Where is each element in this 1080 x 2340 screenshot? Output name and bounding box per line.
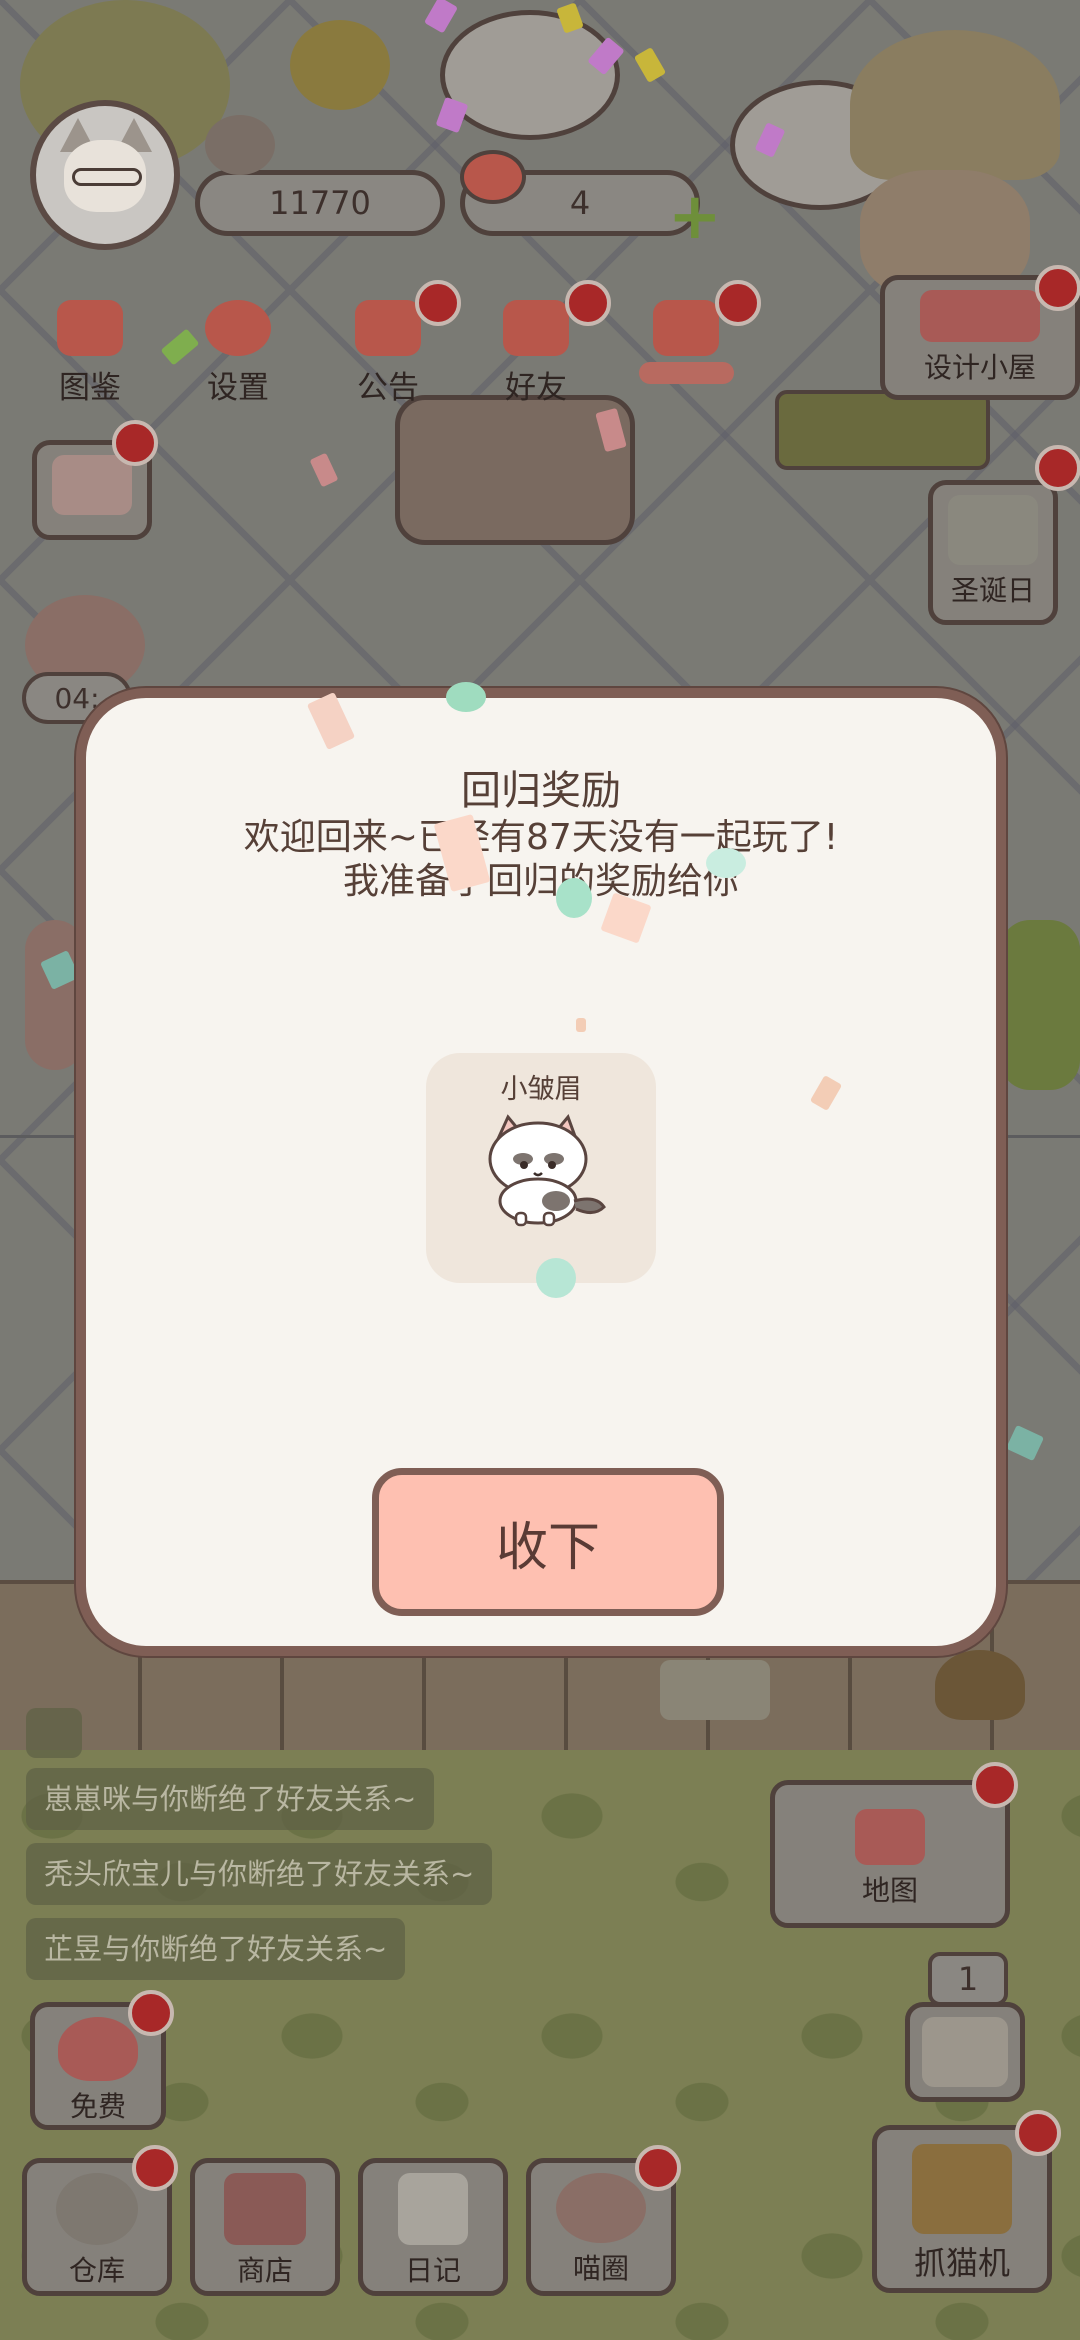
- add-token-icon[interactable]: +: [668, 185, 722, 249]
- storage-icon: [56, 2173, 138, 2245]
- notification-dot: [565, 280, 611, 326]
- nav-collection[interactable]: 图鉴: [30, 300, 150, 407]
- cat-bed-decoration: [850, 30, 1060, 180]
- nav-settings[interactable]: 设置: [178, 300, 298, 407]
- button-icon: [920, 290, 1040, 342]
- gear-icon: [205, 300, 271, 356]
- notification-dot: [132, 2145, 178, 2191]
- notification-dot: [415, 280, 461, 326]
- confetti: [576, 1018, 586, 1032]
- coin-counter: 11770: [195, 170, 445, 236]
- token-heart-icon: [460, 150, 526, 204]
- dialog-message: 欢迎回来~已经有87天没有一起玩了! 我准备了回归的奖励给你: [86, 816, 996, 904]
- house-icon: [855, 1809, 925, 1865]
- santa-cat-icon: [948, 495, 1038, 565]
- dialog-message-line: 欢迎回来~已经有87天没有一起玩了!: [243, 817, 839, 858]
- poop-decoration: [935, 1650, 1025, 1720]
- fish-coin-icon: [205, 115, 275, 175]
- confetti: [446, 682, 486, 712]
- chat-message: 崽崽咪与你断绝了好友关系~: [26, 1768, 435, 1830]
- shop-icon: [224, 2173, 306, 2245]
- notification-dot: [635, 2145, 681, 2191]
- calendar-icon: [52, 455, 132, 515]
- dialog-title: 回归奖励: [461, 768, 621, 814]
- hearts-bar: [638, 362, 734, 384]
- friends-icon: [503, 300, 569, 356]
- notification-dot: [715, 280, 761, 326]
- confetti: [536, 1258, 576, 1298]
- cat-legs-decoration: [660, 1660, 770, 1720]
- slot-machine-button[interactable]: [905, 2002, 1025, 2102]
- claw-icon: [912, 2144, 1012, 2234]
- chat-collapse-icon[interactable]: [26, 1708, 82, 1758]
- notebook-icon: [398, 2173, 468, 2245]
- confetti: [706, 848, 746, 878]
- return-reward-dialog: 回归奖励 欢迎回来~已经有87天没有一起玩了! 我准备了回归的奖励给你 小皱眉: [76, 682, 1006, 1656]
- nav-shop[interactable]: 商店: [190, 2158, 340, 2296]
- notification-dot: [1035, 265, 1080, 311]
- reward-name: 小皱眉: [500, 1074, 582, 1105]
- player-avatar[interactable]: [30, 100, 180, 250]
- scratch-board-decoration: [775, 390, 990, 470]
- map-button[interactable]: 地图: [770, 1780, 1010, 1928]
- slot-count-pill: 1: [928, 1952, 1008, 2006]
- accept-reward-button[interactable]: 收下: [372, 1468, 724, 1616]
- dialog-message-line: 我准备了回归的奖励给你: [342, 861, 739, 902]
- notification-dot: [972, 1762, 1018, 1808]
- slot-machine-icon: [922, 2017, 1008, 2087]
- nav-diary[interactable]: 日记: [358, 2158, 508, 2296]
- token-count: 4: [569, 184, 591, 222]
- cat-head-icon: [57, 300, 123, 356]
- confetti: [556, 878, 592, 918]
- confetti: [809, 1075, 843, 1111]
- plant-right-decoration: [1000, 920, 1080, 1090]
- chat-message: 秃头欣宝儿与你断绝了好友关系~: [26, 1843, 493, 1905]
- flower-plant-decoration: [290, 20, 390, 110]
- chat-message: 芷昱与你断绝了好友关系~: [26, 1918, 406, 1980]
- heart-icon: [653, 300, 719, 356]
- cat-reward-icon: [488, 1114, 606, 1227]
- heart-face-icon: [58, 2017, 138, 2081]
- christmas-event-button[interactable]: 圣诞日: [928, 480, 1058, 625]
- cat-planet-icon: [556, 2173, 646, 2243]
- notification-dot: [1035, 445, 1080, 491]
- coin-count: 11770: [269, 184, 371, 222]
- confetti: [306, 692, 356, 750]
- reward-card: 小皱眉: [426, 1053, 656, 1283]
- gift-icon: [355, 300, 421, 356]
- food-bowl-bubble: [440, 10, 620, 140]
- notification-dot: [128, 1990, 174, 2036]
- game-scene: 11770 4 + 图鉴 设置 公告 好友 设计小屋 圣诞日 04: 崽崽咪与你…: [0, 0, 1080, 2340]
- notification-dot: [112, 420, 158, 466]
- notification-dot: [1015, 2110, 1061, 2156]
